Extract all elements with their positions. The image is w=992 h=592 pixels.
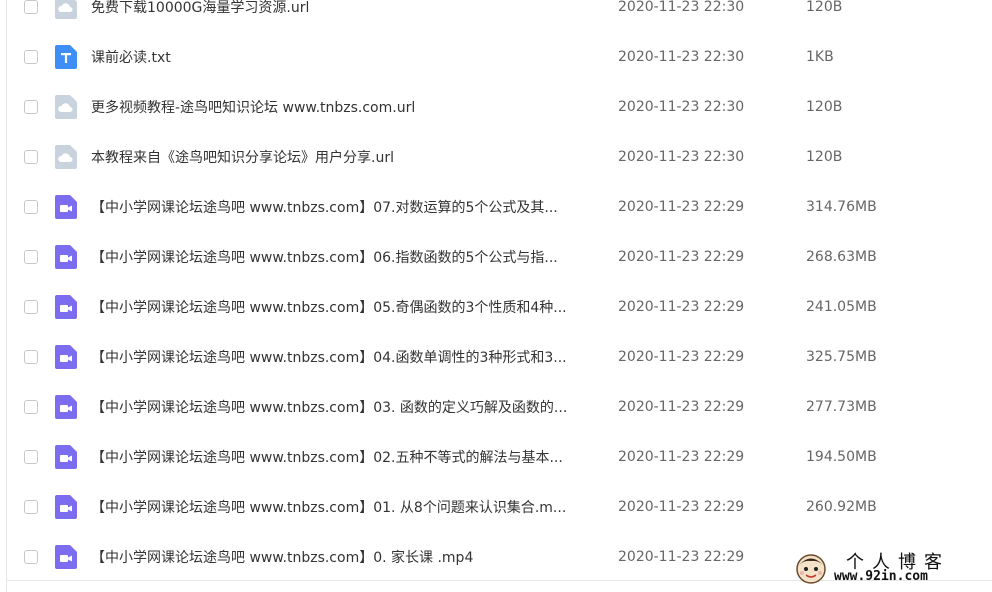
row-checkbox[interactable]	[24, 250, 38, 264]
file-row[interactable]: 【中小学网课论坛途鸟吧 www.tnbzs.com】02.五种不等式的解法与基本…	[0, 432, 992, 482]
row-checkbox[interactable]	[24, 550, 38, 564]
file-row[interactable]: 【中小学网课论坛途鸟吧 www.tnbzs.com】07.对数运算的5个公式及其…	[0, 182, 992, 232]
file-row[interactable]: 【中小学网课论坛途鸟吧 www.tnbzs.com】04.函数单调性的3种形式和…	[0, 332, 992, 382]
file-name[interactable]: 【中小学网课论坛途鸟吧 www.tnbzs.com】07.对数运算的5个公式及其…	[91, 197, 596, 217]
file-row[interactable]: 课前必读.txt 2020-11-23 22:30 1KB	[0, 32, 992, 82]
row-checkbox[interactable]	[24, 350, 38, 364]
file-name[interactable]: 课前必读.txt	[91, 47, 596, 67]
file-name[interactable]: 【中小学网课论坛途鸟吧 www.tnbzs.com】05.奇偶函数的3个性质和4…	[91, 297, 596, 317]
file-size: 277.73MB	[806, 399, 877, 415]
file-name[interactable]: 免费下载10000G海量学习资源.url	[91, 0, 596, 17]
row-checkbox[interactable]	[24, 150, 38, 164]
file-date: 2020-11-23 22:29	[618, 349, 745, 365]
file-row[interactable]: 【中小学网课论坛途鸟吧 www.tnbzs.com】06.指数函数的5个公式与指…	[0, 232, 992, 282]
file-size: 325.75MB	[806, 349, 877, 365]
cloud-file-icon	[55, 95, 77, 119]
file-row[interactable]: 更多视频教程-途鸟吧知识论坛 www.tnbzs.com.url 2020-11…	[0, 82, 992, 132]
file-size: 194.50MB	[806, 449, 877, 465]
file-size: 260.92MB	[806, 499, 877, 515]
file-date: 2020-11-23 22:29	[618, 249, 745, 265]
file-name[interactable]: 【中小学网课论坛途鸟吧 www.tnbzs.com】0. 家长课 .mp4	[91, 547, 596, 567]
file-date: 2020-11-23 22:30	[618, 149, 745, 165]
video-file-icon	[55, 195, 77, 219]
video-file-icon	[55, 345, 77, 369]
file-date: 2020-11-23 22:29	[618, 399, 745, 415]
row-checkbox[interactable]	[24, 100, 38, 114]
file-size: 120B	[806, 0, 843, 15]
file-date: 2020-11-23 22:29	[618, 499, 745, 515]
row-checkbox[interactable]	[24, 500, 38, 514]
file-row[interactable]: 【中小学网课论坛途鸟吧 www.tnbzs.com】01. 从8个问题来认识集合…	[0, 482, 992, 532]
file-size: 120B	[806, 99, 843, 115]
video-file-icon	[55, 545, 77, 569]
file-date: 2020-11-23 22:29	[618, 549, 745, 565]
file-name[interactable]: 【中小学网课论坛途鸟吧 www.tnbzs.com】06.指数函数的5个公式与指…	[91, 247, 596, 267]
watermark: 个人博客 www.92in.com	[794, 548, 984, 588]
file-date: 2020-11-23 22:30	[618, 49, 745, 65]
text-file-icon	[55, 45, 77, 69]
row-checkbox[interactable]	[24, 50, 38, 64]
file-list-window: 免费下载10000G海量学习资源.url 2020-11-23 22:30 12…	[0, 0, 992, 592]
file-size: 314.76MB	[806, 199, 877, 215]
file-date: 2020-11-23 22:30	[618, 99, 745, 115]
file-name[interactable]: 更多视频教程-途鸟吧知识论坛 www.tnbzs.com.url	[91, 97, 596, 117]
file-size: 120B	[806, 149, 843, 165]
video-file-icon	[55, 445, 77, 469]
mascot-icon	[796, 554, 826, 584]
file-name[interactable]: 【中小学网课论坛途鸟吧 www.tnbzs.com】04.函数单调性的3种形式和…	[91, 347, 596, 367]
video-file-icon	[55, 395, 77, 419]
file-date: 2020-11-23 22:29	[618, 199, 745, 215]
file-row[interactable]: 本教程来自《途鸟吧知识分享论坛》用户分享.url 2020-11-23 22:3…	[0, 132, 992, 182]
row-checkbox[interactable]	[24, 450, 38, 464]
file-date: 2020-11-23 22:29	[618, 449, 745, 465]
row-checkbox[interactable]	[24, 300, 38, 314]
watermark-url: www.92in.com	[834, 569, 928, 584]
file-size: 241.05MB	[806, 299, 877, 315]
cloud-file-icon	[55, 0, 77, 19]
file-row[interactable]: 【中小学网课论坛途鸟吧 www.tnbzs.com】05.奇偶函数的3个性质和4…	[0, 282, 992, 332]
file-date: 2020-11-23 22:29	[618, 299, 745, 315]
file-name[interactable]: 【中小学网课论坛途鸟吧 www.tnbzs.com】01. 从8个问题来认识集合…	[91, 497, 596, 517]
file-row[interactable]: 免费下载10000G海量学习资源.url 2020-11-23 22:30 12…	[0, 0, 992, 32]
video-file-icon	[55, 295, 77, 319]
file-row[interactable]: 【中小学网课论坛途鸟吧 www.tnbzs.com】03. 函数的定义巧解及函数…	[0, 382, 992, 432]
file-size: 268.63MB	[806, 249, 877, 265]
file-date: 2020-11-23 22:30	[618, 0, 745, 15]
video-file-icon	[55, 245, 77, 269]
row-checkbox[interactable]	[24, 400, 38, 414]
file-name[interactable]: 【中小学网课论坛途鸟吧 www.tnbzs.com】03. 函数的定义巧解及函数…	[91, 397, 596, 417]
file-size: 1KB	[806, 49, 834, 65]
cloud-file-icon	[55, 145, 77, 169]
row-checkbox[interactable]	[24, 200, 38, 214]
file-name[interactable]: 本教程来自《途鸟吧知识分享论坛》用户分享.url	[91, 147, 596, 167]
video-file-icon	[55, 495, 77, 519]
file-list: 免费下载10000G海量学习资源.url 2020-11-23 22:30 12…	[0, 0, 992, 582]
row-checkbox[interactable]	[24, 0, 38, 14]
file-name[interactable]: 【中小学网课论坛途鸟吧 www.tnbzs.com】02.五种不等式的解法与基本…	[91, 447, 596, 467]
